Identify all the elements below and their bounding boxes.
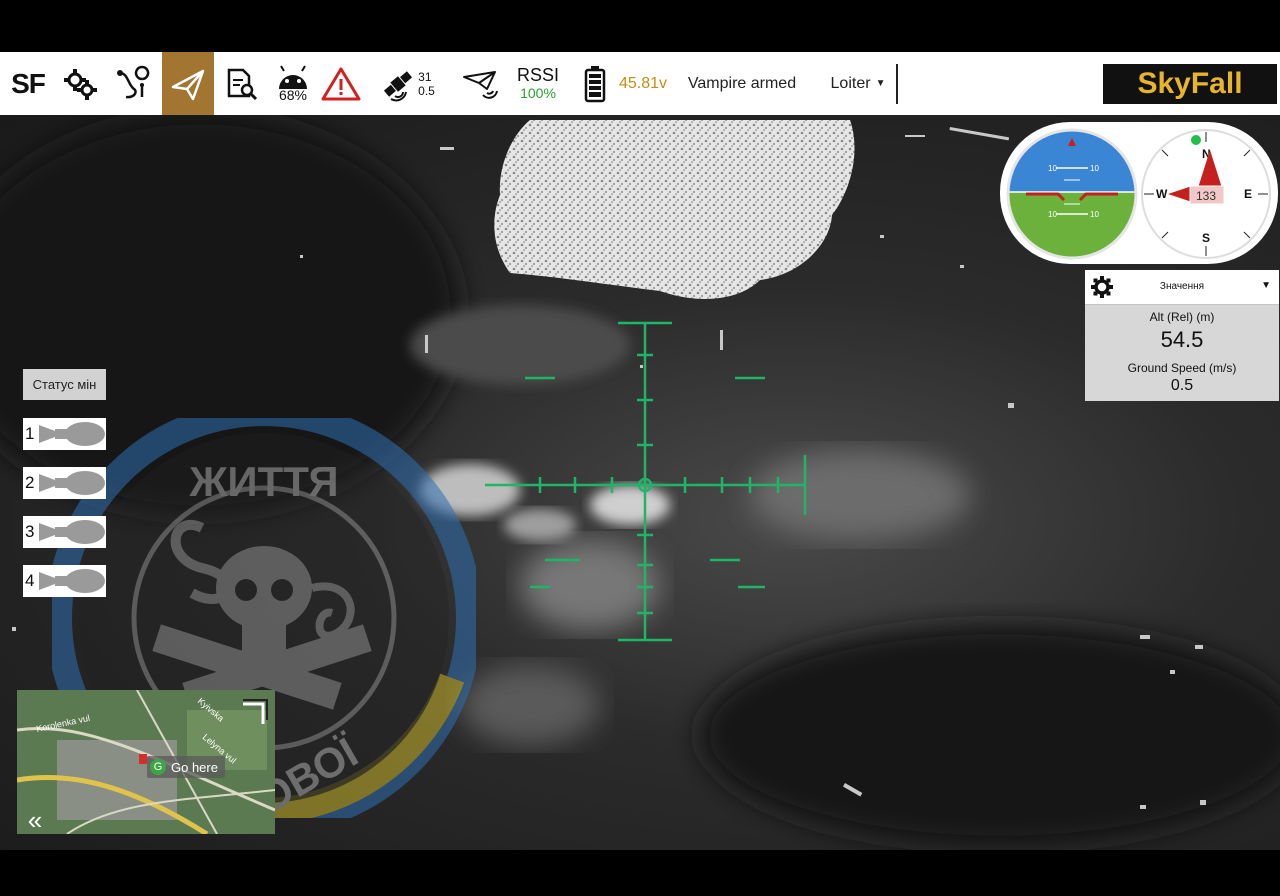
flight-mode-value: Loiter: [830, 74, 871, 92]
mine-slot-2[interactable]: 2: [23, 467, 106, 499]
rssi-value: 100%: [520, 84, 556, 101]
mine-status-label: Статус мін: [23, 369, 106, 400]
map-tiles: Korolenka vul Kyivska Lelyna vul: [17, 690, 275, 834]
battery-voltage: 45.81v: [618, 74, 668, 92]
mine-slot-3[interactable]: 3: [23, 516, 106, 548]
letterbox-top: [0, 0, 1280, 52]
gears-icon: [64, 68, 97, 100]
compass: N S E W 133: [1140, 128, 1272, 265]
analyze-button[interactable]: [218, 52, 264, 115]
messages-button[interactable]: [318, 52, 364, 115]
route-icon: [117, 65, 150, 98]
go-here-label: Go here: [171, 759, 218, 775]
compass-heading: 133: [1196, 189, 1216, 203]
watermark-top-text: ЖИТТЯ: [188, 458, 338, 505]
telemetry-header[interactable]: Значення ▼: [1085, 270, 1279, 305]
link-icon: [463, 70, 498, 99]
minimap[interactable]: Korolenka vul Kyivska Lelyna vul: [17, 690, 275, 834]
chevron-down-icon: ▼: [875, 78, 886, 89]
gps-hdop: 0.5: [418, 83, 435, 98]
warning-icon: [321, 67, 361, 100]
android-battery-indicator[interactable]: 68%: [268, 52, 318, 115]
vehicle-battery-indicator[interactable]: [580, 52, 610, 115]
bomb-icon: [39, 471, 105, 495]
sf-label: SF: [11, 67, 46, 99]
alt-label: Alt (Rel) (m): [1149, 310, 1215, 324]
brand-logo: SkyFall: [1103, 64, 1277, 104]
sf-menu-button[interactable]: SF: [4, 52, 52, 115]
paper-plane-icon: [171, 69, 205, 100]
mine-slot-number: 3: [25, 522, 35, 541]
instrument-panel[interactable]: 10 10 10 10 N S E W 133: [1000, 122, 1278, 264]
bomb-icon: [39, 569, 105, 593]
ground-speed-label: Ground Speed (m/s): [1127, 361, 1237, 375]
compass-west: W: [1156, 187, 1168, 201]
gps-indicator[interactable]: 31 0.5: [372, 52, 444, 115]
mine-slot-number: 1: [25, 424, 35, 443]
plan-route-button[interactable]: [108, 52, 158, 115]
letterbox-bottom: [0, 850, 1280, 896]
gps-sat-count: 31: [418, 69, 432, 84]
rssi-indicator[interactable]: RSSI 100%: [510, 52, 566, 115]
arm-status[interactable]: Vampire armed: [680, 52, 804, 115]
compass-east: E: [1244, 187, 1252, 201]
horizon-tick-4: 10: [1090, 210, 1099, 219]
bomb-icon: [39, 520, 105, 544]
bomb-icon: [39, 422, 105, 446]
vehicle-setup-button[interactable]: [58, 52, 102, 115]
go-here-button[interactable]: G Go here: [147, 756, 225, 778]
alt-value: 54.5: [1160, 327, 1204, 352]
go-here-badge: G: [150, 759, 166, 775]
flight-mode-dropdown[interactable]: Loiter ▼: [820, 52, 896, 115]
android-battery-percent: 68%: [278, 86, 308, 103]
telemetry-values-panel[interactable]: Значення ▼ Alt (Rel) (m) 54.5 Ground Spe…: [1085, 270, 1279, 401]
horizon-tick-1: 10: [1048, 164, 1057, 173]
mine-slot-number: 2: [25, 473, 35, 492]
horizon-tick-2: 10: [1090, 164, 1099, 173]
horizon-tick-3: 10: [1048, 210, 1057, 219]
fly-view-button[interactable]: [162, 52, 214, 115]
compass-south: S: [1202, 231, 1210, 245]
mine-slot-4[interactable]: 4: [23, 565, 106, 597]
mine-slot-1[interactable]: 1: [23, 418, 106, 450]
toolbar: SF 68% 31 0.5 RSSI 100% 45.81v Vampire a…: [0, 52, 1280, 115]
satellite-icon: [384, 70, 413, 101]
collapse-panel-button[interactable]: «: [20, 805, 50, 835]
ground-speed-value: 0.5: [1170, 377, 1194, 394]
telemetry-link-indicator[interactable]: [456, 52, 506, 115]
rssi-label: RSSI: [516, 64, 559, 85]
battery-icon: [584, 65, 606, 102]
attitude-indicator: 10 10 10 10: [1006, 128, 1138, 265]
toolbar-divider: [896, 64, 898, 104]
chevron-down-icon[interactable]: ▼: [1261, 280, 1271, 291]
telemetry-title: Значення: [1159, 281, 1205, 292]
mine-slot-number: 4: [25, 571, 35, 590]
report-icon: [227, 68, 258, 100]
